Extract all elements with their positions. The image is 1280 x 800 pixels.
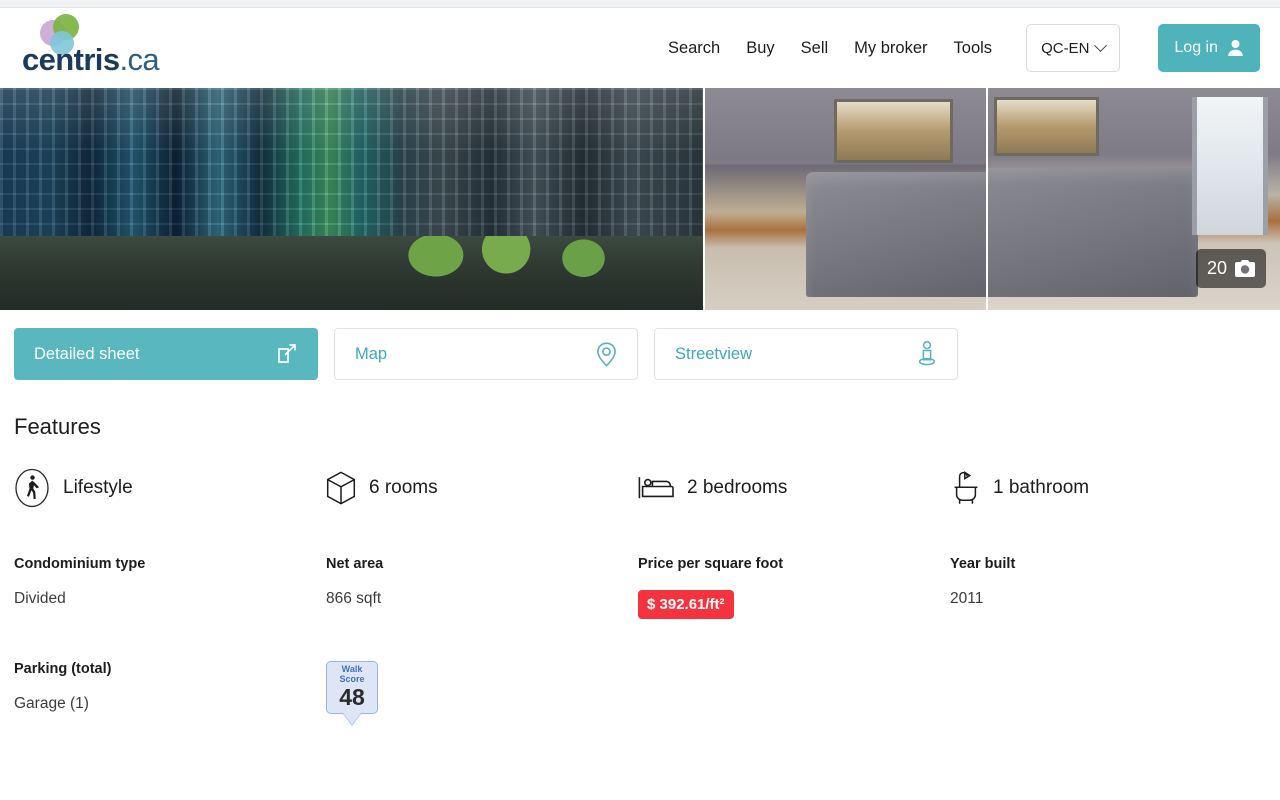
walking-person-circle-icon [15, 468, 49, 508]
detail-net-area-value: 866 sqft [326, 590, 382, 607]
logo-wordmark: centris.ca [22, 42, 160, 78]
tab-map-label: Map [355, 344, 388, 363]
nav-item-buy[interactable]: Buy [746, 39, 774, 58]
tab-detailed-sheet-label: Detailed sheet [34, 344, 140, 363]
external-link-icon [278, 344, 296, 363]
tab-map[interactable]: Map [334, 328, 638, 380]
camera-icon [1235, 260, 1255, 277]
features-section: Features Lifestyle 6 rooms 2 bedrooms 1 … [0, 380, 1280, 725]
feature-lifestyle-label: Lifestyle [63, 477, 133, 498]
walk-score-value: 48 [339, 683, 365, 710]
bathtub-icon [954, 471, 978, 504]
property-photo-exterior[interactable] [0, 88, 703, 310]
nav-item-my-broker[interactable]: My broker [854, 39, 927, 58]
cube-icon [326, 471, 356, 505]
detail-parking-label: Parking (total) [14, 661, 112, 677]
site-logo[interactable]: centris.ca [14, 10, 234, 86]
detail-year-built: Year built 2011 [950, 556, 1262, 619]
detail-parking: Parking (total) Garage (1) [14, 661, 326, 725]
tab-streetview[interactable]: Streetview [654, 328, 958, 380]
property-photo-living-room[interactable] [705, 88, 986, 310]
photo-count-value: 20 [1206, 258, 1227, 278]
detail-price-per-sqft-label: Price per square foot [638, 556, 784, 572]
detail-year-built-label: Year built [950, 556, 1016, 572]
property-details-row-1: Condominium type Divided Net area 866 sq… [14, 556, 1266, 619]
detail-price-per-sqft: Price per square foot $ 392.61/ft² [638, 556, 950, 619]
detail-year-built-value: 2011 [950, 590, 984, 607]
feature-rooms-label: 6 rooms [369, 477, 438, 498]
nav-item-search[interactable]: Search [668, 39, 720, 58]
property-photo-gallery: 20 [0, 88, 1280, 310]
language-selector-label: QC-EN [1041, 39, 1090, 57]
photo-count-badge[interactable]: 20 [1195, 249, 1266, 288]
user-icon [1228, 40, 1243, 56]
logo-name: centris [22, 42, 120, 77]
walk-score-box: Walk Score 48 [326, 661, 378, 714]
feature-bedrooms-label: 2 bedrooms [687, 477, 788, 498]
page-scroll-strip [0, 0, 1280, 8]
site-header: centris.ca Search Buy Sell My broker Too… [0, 8, 1280, 88]
feature-bathrooms-label: 1 bathroom [993, 477, 1090, 498]
language-selector[interactable]: QC-EN [1026, 24, 1121, 72]
walk-score-pointer [343, 712, 361, 725]
walk-score-label: Walk Score [339, 664, 365, 684]
chevron-down-icon [1094, 38, 1108, 52]
price-per-sqft-badge: $ 392.61/ft² [638, 590, 734, 619]
login-button-label: Log in [1174, 39, 1218, 56]
bed-icon [638, 477, 674, 499]
login-button[interactable]: Log in [1158, 24, 1260, 72]
feature-rooms: 6 rooms [326, 468, 638, 508]
walk-score-badge[interactable]: Walk Score 48 [326, 661, 378, 725]
feature-bedrooms: 2 bedrooms [638, 468, 950, 508]
features-title: Features [14, 414, 101, 439]
detail-condominium-type-label: Condominium type [14, 556, 146, 572]
detail-net-area-label: Net area [326, 556, 384, 572]
living-room-photo-image [705, 88, 986, 310]
detail-condominium-type-value: Divided [14, 590, 66, 607]
property-details-row-2: Parking (total) Garage (1) Walk Score 48 [14, 661, 1266, 725]
feature-icons-row: Lifestyle 6 rooms 2 bedrooms 1 bathroom [14, 468, 1266, 508]
window-detail [1192, 96, 1269, 235]
feature-lifestyle[interactable]: Lifestyle [14, 468, 326, 508]
detail-parking-value: Garage (1) [14, 695, 89, 712]
detail-condominium-type: Condominium type Divided [14, 556, 326, 619]
tab-detailed-sheet[interactable]: Detailed sheet [14, 328, 318, 380]
detail-net-area: Net area 866 sqft [326, 556, 638, 619]
walk-score-cell: Walk Score 48 [326, 661, 638, 725]
property-photo-living-room-window[interactable]: 20 [988, 88, 1280, 310]
nav-item-tools[interactable]: Tools [954, 39, 993, 58]
tab-streetview-label: Streetview [675, 344, 753, 363]
nav-item-sell[interactable]: Sell [801, 39, 829, 58]
logo-tld: .ca [119, 42, 160, 77]
view-tabs: Detailed sheet Map Streetview [0, 310, 1280, 380]
feature-bathrooms: 1 bathroom [950, 468, 1262, 508]
map-pin-icon [597, 341, 616, 367]
main-navigation: Search Buy Sell My broker Tools QC-EN Lo… [668, 24, 1260, 72]
exterior-photo-image [0, 88, 703, 310]
pegman-icon [918, 341, 936, 366]
